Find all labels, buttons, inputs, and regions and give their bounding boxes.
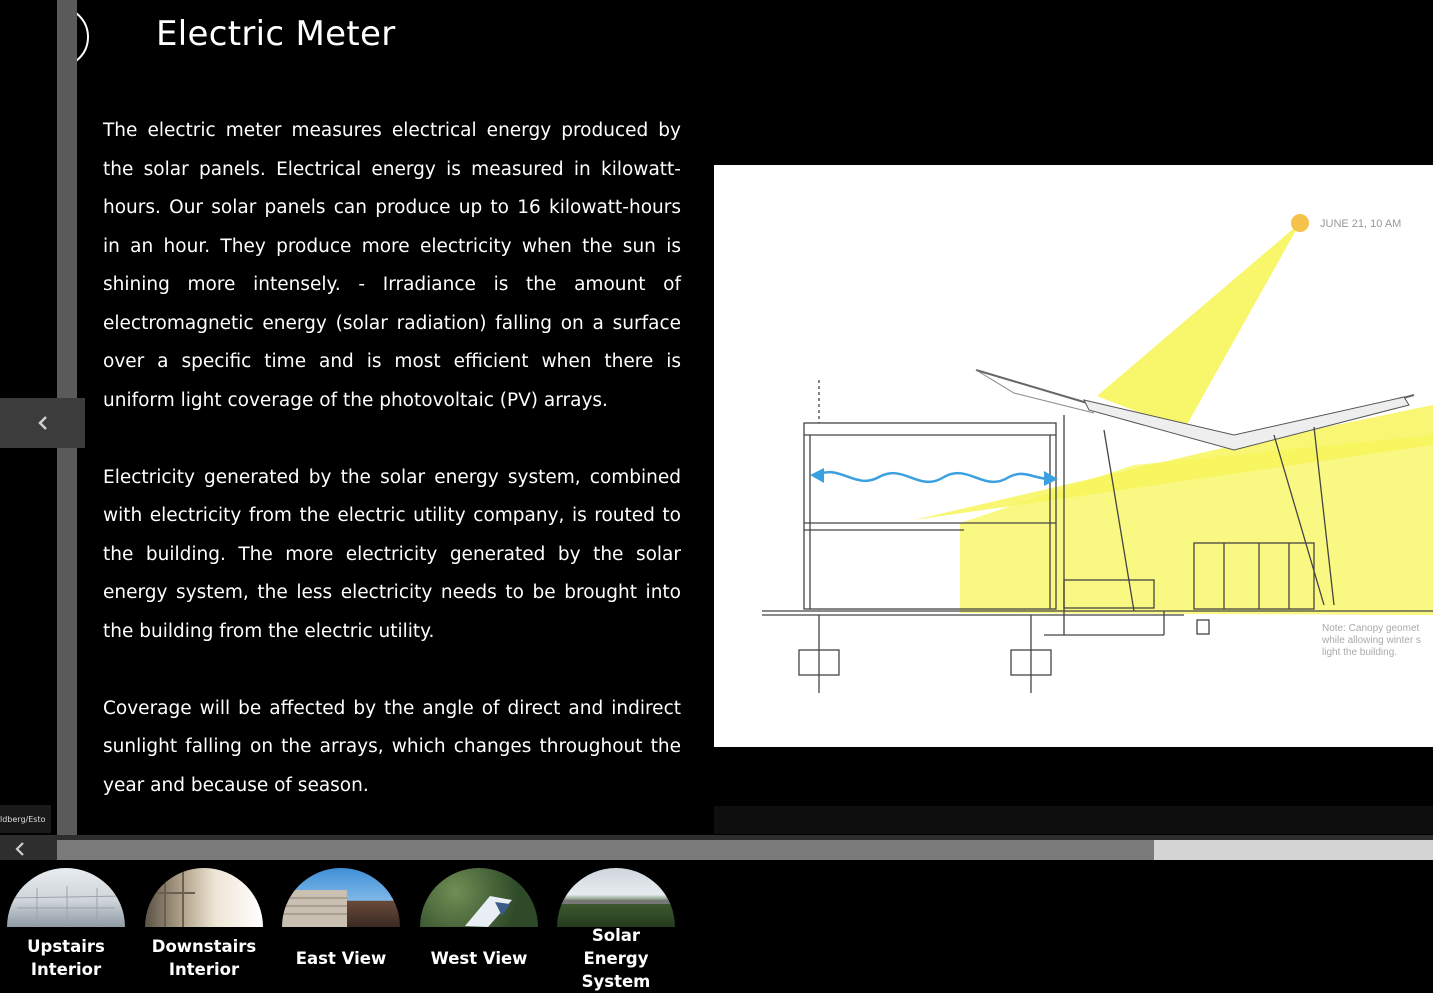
thumbnail-label: Interior (168, 960, 240, 979)
diagram-note: light the building. (1322, 647, 1397, 658)
paragraph: Coverage will be affected by the angle o… (103, 697, 681, 796)
thumbnail-label: System (581, 971, 651, 991)
photo-credit: ldberg/Esto (0, 805, 51, 833)
thumbnail-image (420, 868, 538, 927)
thumbnail-upstairs-interior[interactable]: Upstairs Interior (7, 868, 125, 989)
previous-panel-button[interactable] (0, 398, 85, 448)
thumbnail-label: Interior (30, 960, 102, 979)
section-drawing: JUNE 21, 10 AM Note: Canopy geomet while… (762, 214, 1433, 693)
airflow-arrow (813, 470, 1051, 484)
paragraph: Electricity generated by the solar energ… (103, 466, 681, 642)
thumbnail-label: West View (430, 948, 528, 968)
thumbnail-label: Solar Energy (583, 925, 649, 968)
page-title: Electric Meter (156, 14, 396, 54)
thumbnail-solar-energy-system[interactable]: Solar Energy System (557, 868, 675, 991)
sun-label: JUNE 21, 10 AM (1320, 218, 1401, 230)
diagram-note: Note: Canopy geomet (1322, 623, 1420, 634)
thumbnail-image (557, 868, 675, 927)
sun-icon (1291, 214, 1309, 232)
chevron-left-icon (37, 416, 47, 430)
thumbnail-label: Downstairs (151, 937, 257, 956)
building-section-diagram: JUNE 21, 10 AM Note: Canopy geomet while… (714, 165, 1433, 747)
thumbnail-image (145, 868, 263, 927)
thumbnail-west-view[interactable]: West View (420, 868, 538, 989)
thumbnail-downstairs-interior[interactable]: Downstairs Interior (145, 868, 263, 989)
thumbnail-image (282, 868, 400, 927)
thumbnail-label: Upstairs (27, 937, 105, 956)
chevron-left-icon (15, 842, 24, 856)
horizontal-scroll-thumb[interactable] (57, 840, 1154, 860)
paragraph: The electric meter measures electrical e… (103, 120, 681, 411)
thumbnail-label: East View (295, 948, 387, 968)
scroll-left-button[interactable] (0, 838, 40, 860)
diagram-caption-bar (714, 806, 1433, 834)
horizontal-scroll-remainder[interactable] (1154, 840, 1433, 860)
diagram-note: while allowing winter s (1321, 635, 1421, 646)
thumbnail-east-view[interactable]: East View (282, 868, 400, 989)
article-body: The electric meter measures electrical e… (103, 112, 681, 844)
thumbnail-image (7, 868, 125, 927)
